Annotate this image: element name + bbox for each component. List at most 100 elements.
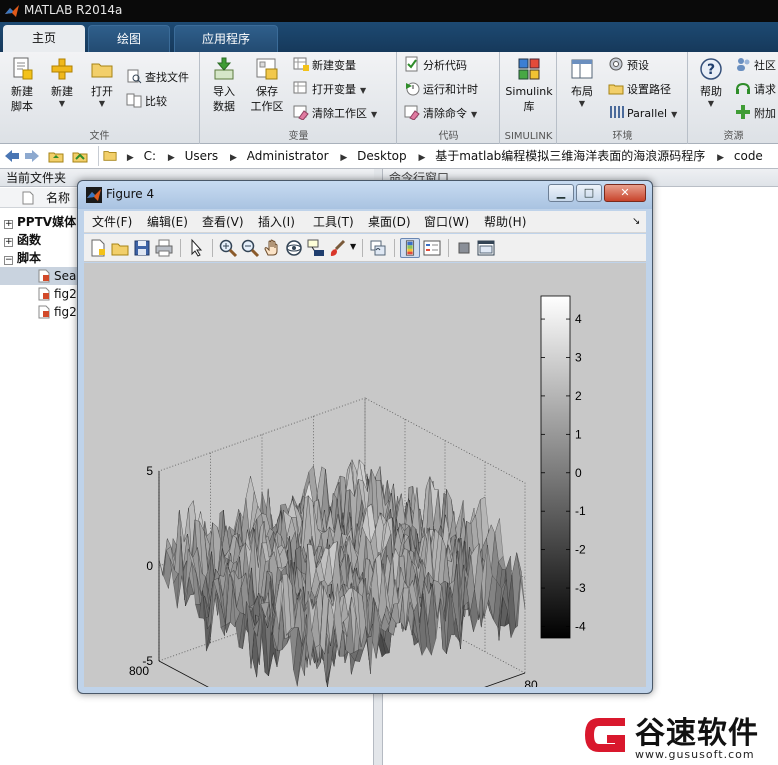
- link-icon[interactable]: [368, 238, 388, 258]
- breadcrumb-segment[interactable]: Desktop: [357, 149, 407, 163]
- forward-arrow-icon[interactable]: [24, 148, 40, 164]
- back-arrow-icon[interactable]: [4, 148, 20, 164]
- figure-titlebar[interactable]: Figure 4 ▁ □ ✕: [78, 181, 652, 209]
- path-breadcrumb[interactable]: ▶ C: ▶ Users ▶ Administrator ▶ Desktop ▶…: [98, 146, 778, 166]
- collapse-icon[interactable]: −: [4, 256, 13, 265]
- simulink-library-button[interactable]: Simulink 库: [503, 56, 555, 114]
- menu-edit[interactable]: 编辑(E): [147, 214, 188, 230]
- tree-item-functions[interactable]: + 函数: [4, 231, 41, 249]
- hide-plot-tools-icon[interactable]: [454, 238, 474, 258]
- add-ons-button[interactable]: 附加: [735, 104, 776, 124]
- menu-file[interactable]: 文件(F): [92, 214, 132, 230]
- tree-item-label: 函数: [17, 233, 42, 247]
- request-support-button[interactable]: 请求: [735, 80, 776, 100]
- pointer-icon[interactable]: [186, 238, 206, 258]
- zoom-out-icon[interactable]: [240, 238, 260, 258]
- simulink-library-label: Simulink 库: [505, 85, 553, 113]
- browse-folder-icon[interactable]: [72, 148, 88, 164]
- legend-icon[interactable]: [422, 238, 442, 258]
- open-button[interactable]: 打开 ▼: [84, 56, 120, 109]
- breadcrumb-segment[interactable]: 基于matlab编程模拟三维海洋表面的海浪源码程序: [435, 149, 705, 163]
- import-data-button[interactable]: 导入 数据: [205, 56, 243, 114]
- show-plot-tools-icon[interactable]: [476, 238, 496, 258]
- up-folder-icon[interactable]: [48, 148, 64, 164]
- maximize-button[interactable]: □: [576, 184, 602, 202]
- toolbar-separator: [362, 239, 363, 257]
- tab-home[interactable]: 主页: [3, 25, 85, 52]
- open-variable-label: 打开变量: [312, 83, 356, 96]
- clear-commands-icon: [404, 105, 420, 120]
- breadcrumb-segment[interactable]: code: [734, 149, 763, 163]
- expand-icon[interactable]: +: [4, 238, 13, 247]
- set-path-button[interactable]: 设置路径: [608, 80, 671, 100]
- open-variable-button[interactable]: 打开变量 ▼: [293, 80, 366, 100]
- run-and-time-button[interactable]: 运行和计时: [404, 80, 478, 100]
- tree-item-pptv[interactable]: + PPTV媒体: [4, 213, 76, 231]
- save-workspace-button[interactable]: 保存 工作区: [247, 56, 287, 114]
- new-variable-button[interactable]: 新建变量: [293, 56, 356, 76]
- colorbar-icon[interactable]: [400, 238, 420, 258]
- menu-tools[interactable]: 工具(T): [313, 214, 354, 230]
- breadcrumb-segment[interactable]: Administrator: [247, 149, 329, 163]
- help-button[interactable]: ? 帮助 ▼: [693, 56, 729, 109]
- surface-plot[interactable]: 0200400600800200400600800-505 -4-3-2-101…: [84, 263, 646, 765]
- compare-button[interactable]: 比较: [126, 92, 167, 112]
- chevron-right-icon: ▶: [126, 153, 134, 163]
- layout-button[interactable]: 布局 ▼: [562, 56, 602, 109]
- breadcrumb-segment[interactable]: Users: [185, 149, 219, 163]
- open-variable-icon: [293, 81, 307, 94]
- clear-commands-button[interactable]: 清除命令 ▼: [404, 104, 477, 124]
- tab-plots[interactable]: 绘图: [88, 25, 170, 52]
- environment-group-label: 环境: [612, 131, 633, 142]
- new-script-button[interactable]: 新建 脚本: [4, 56, 40, 114]
- new-figure-icon[interactable]: [88, 238, 108, 258]
- chevron-down-icon[interactable]: ▼: [350, 242, 356, 251]
- figure-canvas[interactable]: 0200400600800200400600800-505 -4-3-2-101…: [84, 263, 646, 765]
- file-group: 新建 脚本 新建 ▼ 打开 ▼ 查找文件 比较 文件: [0, 52, 200, 144]
- y-tick-label: 600: [169, 685, 189, 687]
- brush-icon[interactable]: [328, 238, 348, 258]
- figure-toolbar: ▼: [84, 234, 646, 262]
- tab-apps[interactable]: 应用程序: [174, 25, 278, 52]
- menu-help[interactable]: 帮助(H): [484, 214, 526, 230]
- print-icon[interactable]: [154, 238, 174, 258]
- save-icon[interactable]: [132, 238, 152, 258]
- menubar-overflow-icon[interactable]: ↘: [632, 214, 640, 230]
- find-files-button[interactable]: 查找文件: [126, 68, 189, 88]
- find-files-icon: [127, 69, 142, 84]
- preferences-button[interactable]: 预设: [608, 56, 649, 76]
- breadcrumb-segment[interactable]: C:: [144, 149, 156, 163]
- close-button[interactable]: ✕: [604, 184, 646, 202]
- tree-item-scripts[interactable]: − 脚本: [4, 249, 41, 267]
- new-button[interactable]: 新建 ▼: [44, 56, 80, 109]
- zoom-in-icon[interactable]: [218, 238, 238, 258]
- menu-desktop[interactable]: 桌面(D): [368, 214, 411, 230]
- menu-window[interactable]: 窗口(W): [424, 214, 469, 230]
- menu-view[interactable]: 查看(V): [202, 214, 244, 230]
- tree-item-fig2-file[interactable]: fig2: [38, 285, 77, 303]
- watermark-text: 谷速软件: [635, 716, 759, 751]
- analyze-code-label: 分析代码: [423, 59, 467, 72]
- community-button[interactable]: 社区: [735, 56, 776, 76]
- open-icon[interactable]: [110, 238, 130, 258]
- clear-workspace-button[interactable]: 清除工作区 ▼: [293, 104, 377, 124]
- rotate-3d-icon[interactable]: [284, 238, 304, 258]
- analyze-code-button[interactable]: 分析代码: [404, 56, 467, 76]
- data-cursor-icon[interactable]: [306, 238, 326, 258]
- parallel-button[interactable]: Parallel ▼: [608, 104, 677, 124]
- tree-item-fig2-file[interactable]: fig2: [38, 303, 77, 321]
- file-group-label: 文件: [89, 131, 110, 142]
- set-path-label: 设置路径: [627, 83, 671, 96]
- expand-icon[interactable]: +: [4, 220, 13, 229]
- code-group-label: 代码: [438, 131, 459, 142]
- new-variable-label: 新建变量: [312, 59, 356, 72]
- chevron-right-icon: ▶: [230, 153, 237, 163]
- minimize-button[interactable]: ▁: [548, 184, 574, 202]
- tree-item-label: PPTV媒体: [17, 215, 77, 229]
- menu-insert[interactable]: 插入(I): [258, 214, 295, 230]
- colorbar-tick-label: 2: [575, 389, 582, 403]
- app-titlebar: MATLAB R2014a: [0, 0, 778, 22]
- pan-hand-icon[interactable]: [262, 238, 282, 258]
- colorbar[interactable]: -4 -3 -2 -1 0 1 2 3 4: [540, 295, 586, 639]
- import-data-label: 导入 数据: [213, 85, 235, 113]
